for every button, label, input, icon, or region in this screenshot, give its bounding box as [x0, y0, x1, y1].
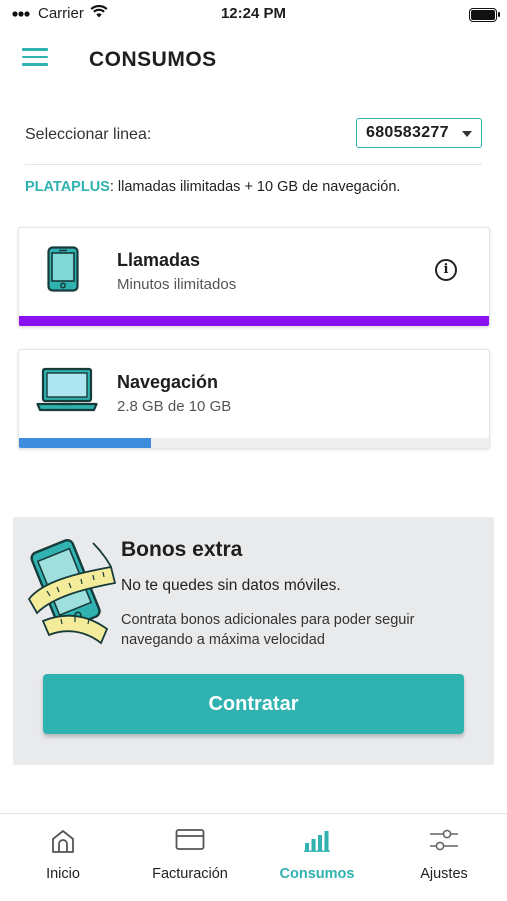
line-select-dropdown[interactable]: 680583277	[356, 118, 482, 148]
signal-bars-icon	[303, 828, 331, 857]
data-usage-fill	[19, 438, 151, 448]
tab-label: Inicio	[46, 866, 80, 882]
data-title: Navegación	[117, 372, 219, 392]
calls-usage-bar	[19, 316, 489, 326]
divider	[25, 164, 482, 165]
card-icon	[175, 828, 205, 857]
calls-title: Llamadas	[117, 250, 201, 270]
tab-label: Consumos	[279, 866, 355, 882]
tab-inicio[interactable]: Inicio	[0, 814, 126, 901]
bonus-tagline: No te quedes sin datos móviles.	[121, 577, 341, 594]
home-icon	[50, 828, 76, 859]
tab-label: Facturación	[152, 866, 228, 882]
calls-subtitle: Minutos ilimitados	[117, 276, 237, 293]
bonus-description: Contrata bonos adicionales para poder se…	[121, 612, 415, 648]
calls-usage-fill	[19, 316, 489, 326]
line-select-value: 680583277	[366, 124, 449, 141]
line-selector-row: Seleccionar linea: 680583277	[25, 118, 485, 150]
tab-facturacion[interactable]: Facturación	[127, 814, 253, 901]
clock: 12:24 PM	[220, 5, 287, 22]
caret-down-icon	[462, 131, 472, 137]
plan-name: PLATAPLUS	[25, 179, 110, 195]
data-usage-bar	[19, 438, 489, 448]
laptop-icon	[36, 367, 98, 418]
sliders-icon	[428, 828, 460, 857]
tab-label: Ajustes	[420, 866, 468, 882]
smartphone-icon	[47, 246, 79, 297]
battery-icon	[469, 8, 500, 22]
tab-consumos[interactable]: Consumos	[254, 814, 380, 901]
page-title: CONSUMOS	[89, 48, 217, 71]
phone-measuring-tape-icon	[23, 533, 118, 656]
line-selector-label: Seleccionar linea:	[25, 126, 152, 143]
data-card[interactable]: Navegación 2.8 GB de 10 GB	[18, 349, 490, 449]
bottom-tab-bar: Inicio Facturación Consumos Ajustes	[0, 813, 507, 901]
info-icon[interactable]: i	[435, 259, 457, 281]
hamburger-menu-icon[interactable]	[22, 48, 48, 70]
extra-bonus-panel: Bonos extra No te quedes sin datos móvil…	[13, 517, 494, 765]
status-bar: Carrier 12:24 PM	[0, 0, 507, 28]
tab-ajustes[interactable]: Ajustes	[381, 814, 507, 901]
calls-card[interactable]: Llamadas Minutos ilimitados i	[18, 227, 490, 327]
app-header: CONSUMOS	[0, 40, 507, 80]
plan-description: : llamadas ilimitadas + 10 GB de navegac…	[109, 179, 401, 195]
contratar-button[interactable]: Contratar	[43, 674, 464, 734]
bonus-title: Bonos extra	[121, 538, 243, 561]
data-subtitle: 2.8 GB de 10 GB	[117, 398, 232, 415]
plan-summary: PLATAPLUS: llamadas ilimitadas + 10 GB d…	[25, 179, 400, 195]
